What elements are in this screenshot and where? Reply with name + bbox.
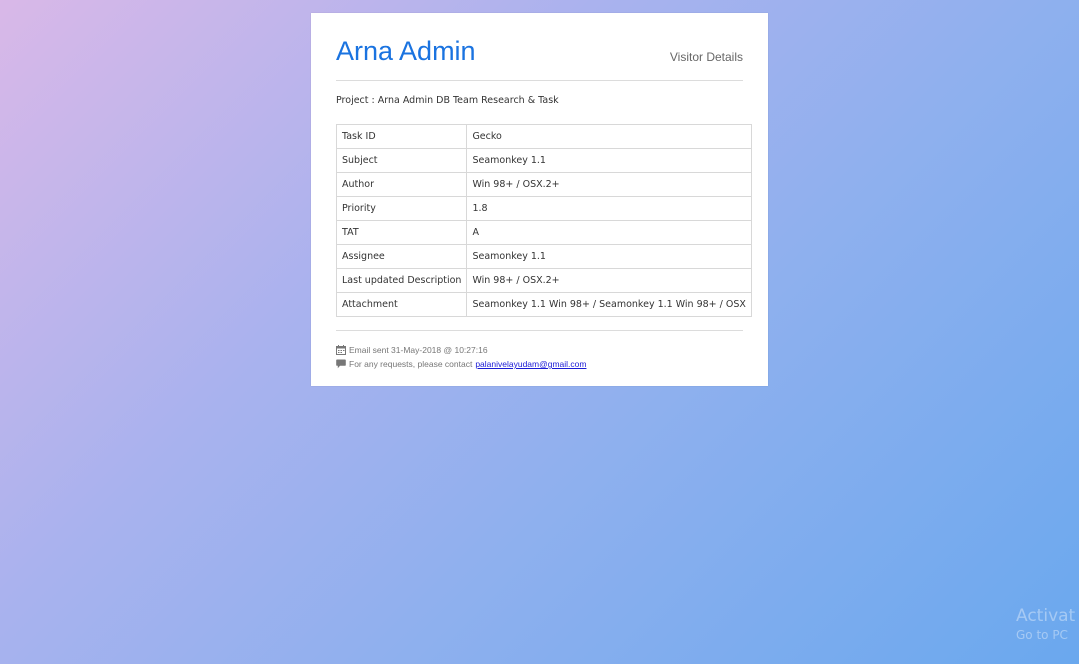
row-label: Priority xyxy=(335,196,468,221)
table-row: Author Win 98+ / OSX.2+ xyxy=(335,172,752,197)
row-label: TAT xyxy=(335,220,468,245)
card-header: Arna Admin Visitor Details xyxy=(336,13,743,81)
row-label: Last updated Description xyxy=(335,268,468,293)
contact-email-link[interactable]: palanivelayudam@gmail.com xyxy=(475,359,586,369)
table-row: Last updated Description Win 98+ / OSX.2… xyxy=(335,268,752,293)
project-line: Project : Arna Admin DB Team Research & … xyxy=(336,95,559,106)
row-label: Assignee xyxy=(335,244,468,269)
watermark-line-2: Go to PC xyxy=(1016,628,1068,642)
details-table: Task ID Gecko Subject Seamonkey 1.1 Auth… xyxy=(335,124,752,317)
row-label: Author xyxy=(335,172,468,197)
table-row: Priority 1.8 xyxy=(335,196,752,221)
row-value: Seamonkey 1.1 xyxy=(466,244,752,269)
table-row: TAT A xyxy=(335,220,752,245)
table-row: Task ID Gecko xyxy=(335,124,752,149)
calendar-icon xyxy=(336,345,346,355)
row-label: Task ID xyxy=(335,124,468,149)
row-value: 1.8 xyxy=(466,196,752,221)
row-value: Win 98+ / OSX.2+ xyxy=(466,172,752,197)
comment-icon xyxy=(336,359,346,369)
activation-watermark: Activat Go to PC xyxy=(1016,606,1075,642)
page-title: Visitor Details xyxy=(669,50,743,64)
table-row: Attachment Seamonkey 1.1 Win 98+ / Seamo… xyxy=(335,292,752,317)
row-value: A xyxy=(466,220,752,245)
watermark-line-1: Activat xyxy=(1016,606,1076,626)
email-sent-line: Email sent 31-May-2018 @ 10:27:16 xyxy=(336,345,488,355)
row-value: Seamonkey 1.1 Win 98+ / Seamonkey 1.1 Wi… xyxy=(466,292,752,317)
footer-divider xyxy=(336,330,743,331)
row-value: Seamonkey 1.1 xyxy=(466,148,752,173)
row-value: Gecko xyxy=(466,124,752,149)
details-table-body: Task ID Gecko Subject Seamonkey 1.1 Auth… xyxy=(335,124,752,317)
contact-prefix-text: For any requests, please contact xyxy=(349,359,473,369)
table-row: Assignee Seamonkey 1.1 xyxy=(335,244,752,269)
contact-line: For any requests, please contact palaniv… xyxy=(336,359,586,369)
row-label: Attachment xyxy=(335,292,468,317)
email-sent-text: Email sent 31-May-2018 @ 10:27:16 xyxy=(349,345,488,355)
table-row: Subject Seamonkey 1.1 xyxy=(335,148,752,173)
brand-title: Arna Admin xyxy=(336,36,476,66)
row-value: Win 98+ / OSX.2+ xyxy=(466,268,752,293)
row-label: Subject xyxy=(335,148,468,173)
